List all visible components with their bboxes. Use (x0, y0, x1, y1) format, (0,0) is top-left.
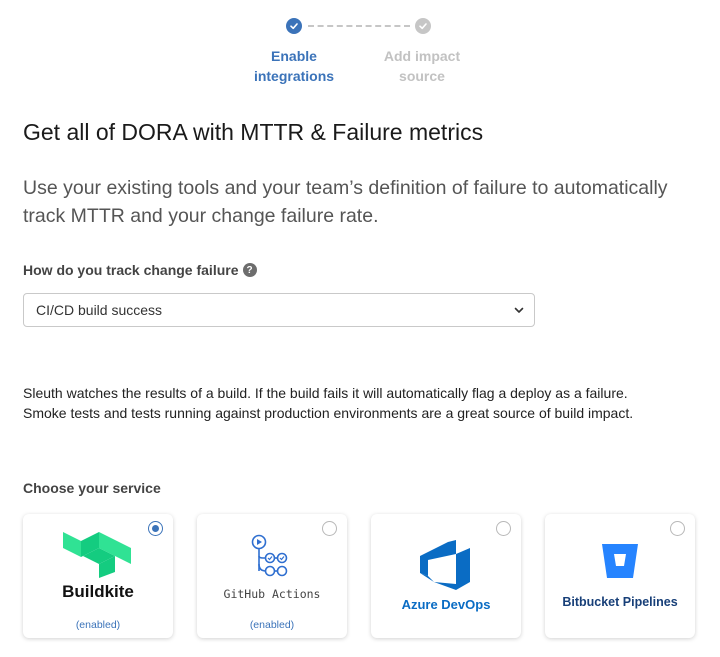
service-name-bitbucket-pipelines: Bitbucket Pipelines (562, 595, 678, 609)
description-line: Sleuth watches the results of a build. I… (23, 385, 628, 401)
page-subtitle: Use your existing tools and your team’s … (23, 177, 668, 227)
service-card-azure-devops[interactable]: Azure DevOps (371, 514, 521, 638)
failure-tracking-label-text: How do you track change failure (23, 262, 239, 278)
service-status-buildkite: (enabled) (75, 619, 121, 631)
step-label-enable-integrations[interactable]: Enable integrations (234, 46, 354, 86)
choose-service-label: Choose your service (23, 480, 161, 496)
service-radio-azure-devops[interactable] (496, 521, 511, 536)
service-radio-bitbucket-pipelines[interactable] (670, 521, 685, 536)
page-title: Get all of DORA with MTTR & Failure metr… (23, 119, 484, 145)
step-connector (308, 25, 410, 27)
failure-tracking-label: How do you track change failure ? (23, 262, 257, 278)
github-actions-logo-icon (197, 534, 347, 578)
step-pending-check-icon (415, 18, 431, 34)
service-name-github-actions: GitHub Actions (223, 587, 321, 601)
service-card-bitbucket-pipelines[interactable]: Bitbucket Pipelines (545, 514, 695, 638)
description-line: Smoke tests and tests running against pr… (23, 404, 634, 421)
step-complete-check-icon (286, 18, 302, 34)
bitbucket-logo-icon (545, 542, 695, 580)
service-card-buildkite[interactable]: Buildkite (enabled) (23, 514, 173, 638)
service-status-github-actions: (enabled) (249, 619, 295, 631)
help-icon[interactable]: ? (242, 263, 257, 277)
service-cards: Buildkite (enabled) GitHub Actions (enab… (23, 514, 703, 644)
service-card-github-actions[interactable]: GitHub Actions (enabled) (197, 514, 347, 638)
progress-stepper: Enable integrations Add impact source (0, 16, 720, 86)
azure-devops-logo-icon (371, 540, 521, 590)
chevron-down-icon (514, 305, 524, 315)
failure-tracking-selected-value: CI/CD build success (36, 302, 163, 318)
buildkite-logo-icon (23, 532, 173, 578)
failure-tracking-select[interactable]: CI/CD build success (23, 293, 535, 327)
build-impact-description: Sleuth watches the results of a build. I… (23, 384, 713, 423)
step-label-add-impact-source: Add impact source (383, 48, 461, 84)
service-name-buildkite: Buildkite (62, 582, 134, 601)
service-name-azure-devops: Azure DevOps (401, 597, 491, 612)
